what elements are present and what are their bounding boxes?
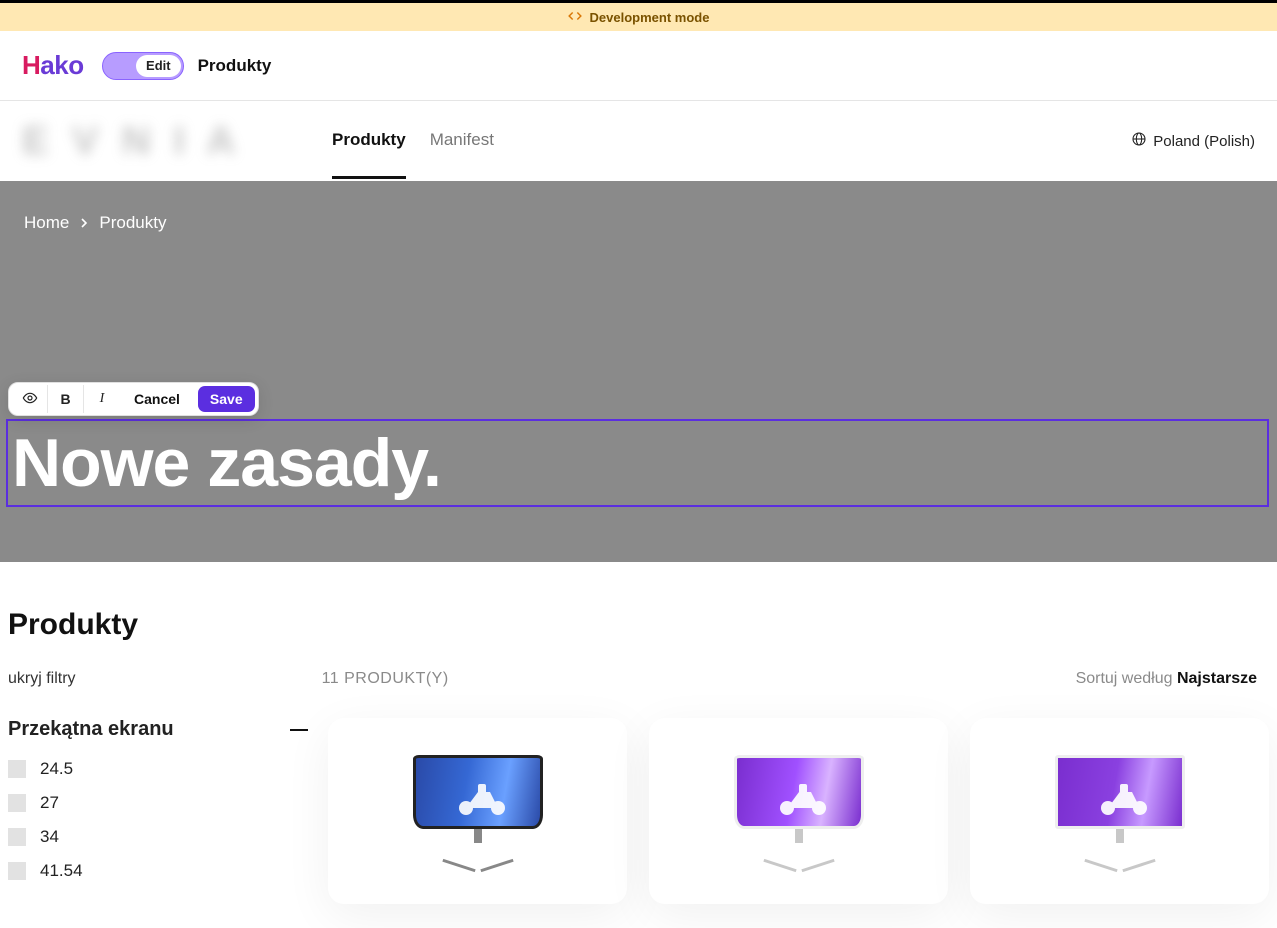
cancel-button[interactable]: Cancel bbox=[120, 391, 194, 407]
filter-option[interactable]: 27 bbox=[8, 793, 308, 813]
code-icon bbox=[568, 9, 582, 26]
app-bar: Hako Edit Produkty bbox=[0, 31, 1277, 101]
filter-option-label: 24.5 bbox=[40, 759, 73, 779]
sort-control[interactable]: Sortuj według Najstarsze bbox=[1076, 670, 1257, 688]
product-count: 11 PRODUKT(Y) bbox=[322, 670, 449, 688]
nav-tabs: Produkty Manifest bbox=[332, 104, 494, 179]
hero-title: Nowe zasady. bbox=[12, 429, 441, 497]
site-brand-logo: E V N I A bbox=[22, 119, 302, 164]
edit-toggle[interactable]: Edit bbox=[102, 52, 184, 80]
main-row: Przekątna ekranu 24.5 27 34 41.54 bbox=[8, 718, 1269, 904]
preview-button[interactable] bbox=[12, 385, 48, 413]
hide-filters-toggle[interactable]: ukryj filtry bbox=[8, 670, 76, 688]
breadcrumb-home[interactable]: Home bbox=[24, 213, 69, 233]
motorbike-graphic bbox=[1096, 778, 1152, 818]
italic-icon: I bbox=[100, 391, 105, 407]
edit-toggle-group: Edit Produkty bbox=[102, 52, 272, 80]
motorbike-graphic bbox=[454, 778, 510, 818]
checkbox[interactable] bbox=[8, 760, 26, 778]
checkbox[interactable] bbox=[8, 794, 26, 812]
list-controls-row: ukryj filtry 11 PRODUKT(Y) Sortuj według… bbox=[8, 670, 1269, 688]
product-image bbox=[729, 755, 869, 867]
minus-icon bbox=[290, 729, 308, 731]
save-button[interactable]: Save bbox=[198, 386, 255, 412]
bold-icon: B bbox=[60, 391, 70, 407]
filter-option-label: 27 bbox=[40, 793, 59, 813]
locale-label: Poland (Polish) bbox=[1153, 133, 1255, 150]
product-card[interactable] bbox=[328, 718, 627, 904]
nav-tab-manifest[interactable]: Manifest bbox=[430, 104, 494, 179]
locale-switcher[interactable]: Poland (Polish) bbox=[1131, 131, 1255, 151]
current-page-label: Produkty bbox=[198, 56, 272, 76]
content-area: Produkty ukryj filtry 11 PRODUKT(Y) Sort… bbox=[0, 562, 1277, 904]
filter-group-header[interactable]: Przekątna ekranu bbox=[8, 718, 308, 741]
sort-label: Sortuj według bbox=[1076, 670, 1177, 687]
hero-title-editor[interactable]: Nowe zasady. bbox=[6, 419, 1269, 507]
filter-group-title: Przekątna ekranu bbox=[8, 718, 174, 741]
development-banner-label: Development mode bbox=[590, 10, 710, 25]
italic-button[interactable]: I bbox=[84, 385, 120, 413]
filter-option[interactable]: 34 bbox=[8, 827, 308, 847]
checkbox[interactable] bbox=[8, 828, 26, 846]
globe-icon bbox=[1131, 131, 1147, 151]
edit-toggle-knob: Edit bbox=[136, 55, 181, 77]
product-grid bbox=[328, 718, 1269, 904]
breadcrumb-current: Produkty bbox=[99, 213, 166, 233]
product-image bbox=[408, 755, 548, 867]
filter-option-label: 34 bbox=[40, 827, 59, 847]
product-card[interactable] bbox=[970, 718, 1269, 904]
sort-value: Najstarsze bbox=[1177, 670, 1257, 687]
product-image bbox=[1050, 755, 1190, 867]
checkbox[interactable] bbox=[8, 862, 26, 880]
section-title: Produkty bbox=[8, 608, 1269, 642]
product-card[interactable] bbox=[649, 718, 948, 904]
site-nav: E V N I A Produkty Manifest Poland (Poli… bbox=[0, 101, 1277, 181]
breadcrumb: Home Produkty bbox=[24, 213, 166, 233]
filter-option[interactable]: 24.5 bbox=[8, 759, 308, 779]
filter-option-label: 41.54 bbox=[40, 861, 83, 881]
chevron-right-icon bbox=[79, 213, 89, 233]
development-banner: Development mode bbox=[0, 0, 1277, 31]
eye-icon bbox=[22, 390, 38, 409]
filters-sidebar: Przekątna ekranu 24.5 27 34 41.54 bbox=[8, 718, 308, 904]
nav-tab-produkty[interactable]: Produkty bbox=[332, 104, 406, 179]
filter-option[interactable]: 41.54 bbox=[8, 861, 308, 881]
motorbike-graphic bbox=[775, 778, 831, 818]
app-logo[interactable]: Hako bbox=[22, 50, 84, 81]
inline-editor-toolbar: B I Cancel Save bbox=[8, 382, 259, 416]
bold-button[interactable]: B bbox=[48, 385, 84, 413]
